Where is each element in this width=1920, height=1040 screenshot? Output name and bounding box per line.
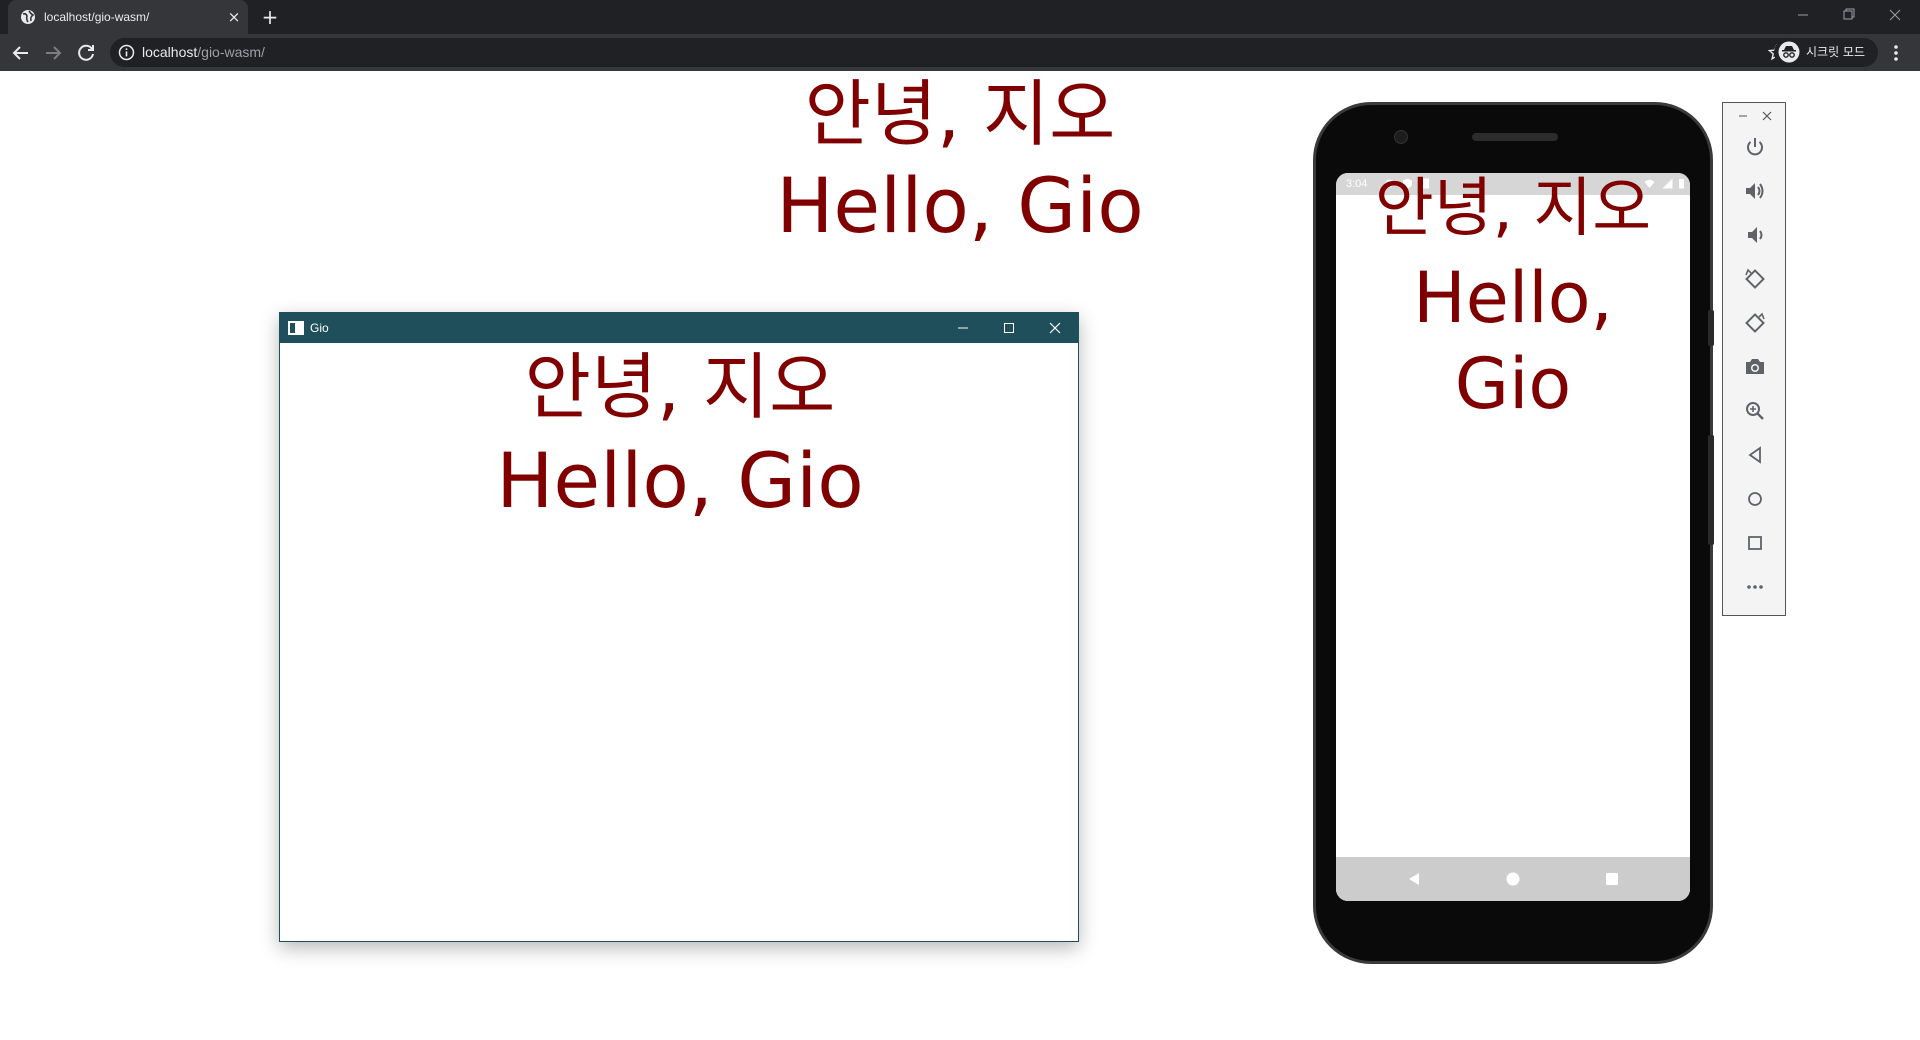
camera-icon[interactable] <box>1743 355 1767 379</box>
info-icon[interactable] <box>118 44 135 61</box>
phone-greeting-korean: 안녕, 지오 <box>1374 173 1652 246</box>
volume-down-icon[interactable] <box>1743 223 1767 247</box>
url-text[interactable]: localhost/gio-wasm/ <box>142 38 265 67</box>
new-tab-button[interactable]: + <box>258 6 282 28</box>
browser-tab[interactable]: localhost/gio-wasm/ × <box>8 0 248 34</box>
app-window-icon <box>288 321 304 335</box>
power-icon[interactable] <box>1743 135 1767 159</box>
forward-arrow-icon[interactable] <box>40 40 66 66</box>
phone-greeting-english-line2: Gio <box>1454 343 1572 425</box>
phone-power-button <box>1708 310 1714 346</box>
phone-volume-button <box>1708 435 1714 545</box>
tab-close-icon[interactable]: × <box>226 9 242 25</box>
reload-icon[interactable] <box>73 40 99 66</box>
incognito-badge[interactable]: 시크릿 모드 <box>1774 38 1878 67</box>
phone-screen[interactable]: 3:04 안녕, 지오 Hello, Gio <box>1336 173 1690 901</box>
back-icon[interactable] <box>1743 443 1767 467</box>
gio-close-icon[interactable] <box>1032 313 1078 343</box>
minimize-window-icon[interactable] <box>1780 0 1826 30</box>
restore-window-icon[interactable] <box>1826 0 1872 30</box>
android-nav-bar <box>1336 857 1690 901</box>
gio-desktop-window: Gio 안녕, 지오 Hello, Gio <box>279 312 1079 942</box>
volume-up-icon[interactable] <box>1743 179 1767 203</box>
android-overview-icon[interactable] <box>1603 870 1621 888</box>
emulator-close-icon[interactable] <box>1759 109 1775 123</box>
tab-title: localhost/gio-wasm/ <box>44 10 150 24</box>
close-window-icon[interactable] <box>1872 0 1918 30</box>
phone-greeting: 안녕, 지오 Hello, Gio <box>1340 177 1686 435</box>
address-bar[interactable]: localhost/gio-wasm/ <box>110 38 1798 67</box>
incognito-label: 시크릿 모드 <box>1806 45 1866 59</box>
browser-toolbar: localhost/gio-wasm/ 시크릿 모드 <box>0 34 1920 71</box>
gio-window-title: Gio <box>310 321 329 335</box>
gio-window-titlebar[interactable]: Gio <box>280 313 1078 343</box>
rotate-left-icon[interactable] <box>1743 267 1767 291</box>
phone-greeting-english-line1: Hello, <box>1413 257 1613 339</box>
zoom-icon[interactable] <box>1743 399 1767 423</box>
gio-minimize-icon[interactable] <box>940 313 986 343</box>
web-greeting-korean: 안녕, 지오 <box>804 72 1116 156</box>
window-greeting: 안녕, 지오 Hello, Gio <box>460 351 900 535</box>
back-arrow-icon[interactable] <box>8 40 34 66</box>
more-icon[interactable] <box>1743 575 1767 599</box>
emulator-toolbar <box>1722 102 1786 616</box>
browser-tabstrip: localhost/gio-wasm/ × + <box>0 0 1920 34</box>
web-greeting-english: Hello, Gio <box>776 161 1144 250</box>
android-emulator-phone: 3:04 안녕, 지오 Hello, Gio <box>1313 102 1714 964</box>
incognito-icon <box>1778 41 1800 63</box>
emulator-minimize-icon[interactable] <box>1735 109 1751 123</box>
android-back-icon[interactable] <box>1405 870 1423 888</box>
kebab-menu-icon[interactable] <box>1884 40 1908 66</box>
phone-speaker <box>1472 133 1558 141</box>
rotate-right-icon[interactable] <box>1743 311 1767 335</box>
window-greeting-korean: 안녕, 지오 <box>524 345 836 429</box>
gio-maximize-icon[interactable] <box>986 313 1032 343</box>
android-home-icon[interactable] <box>1504 870 1522 888</box>
url-host: localhost <box>142 44 198 60</box>
phone-camera <box>1394 130 1408 144</box>
globe-icon <box>21 10 35 24</box>
overview-icon[interactable] <box>1743 531 1767 555</box>
home-icon[interactable] <box>1743 487 1767 511</box>
web-greeting: 안녕, 지오 Hello, Gio <box>700 78 1220 260</box>
url-path: /gio-wasm/ <box>197 44 265 60</box>
window-greeting-english: Hello, Gio <box>496 436 864 525</box>
